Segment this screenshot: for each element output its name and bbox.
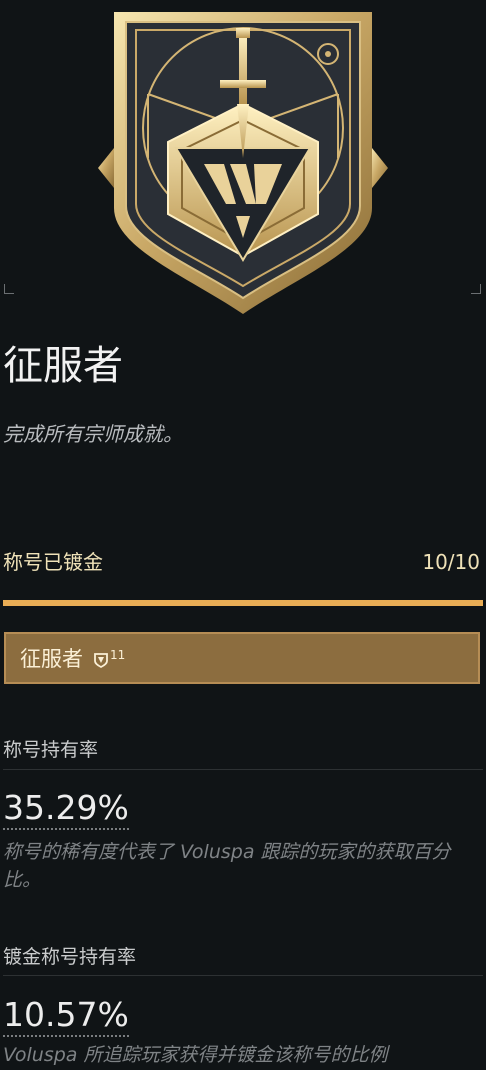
gilded-rarity-note: Voluspa 所追踪玩家获得并镀金该称号的比例 (3, 1044, 388, 1066)
gilded-seal-icon (94, 652, 108, 668)
gilding-count: 10/10 (422, 550, 480, 574)
gild-level-number: 11 (110, 647, 126, 662)
rarity-label: 称号持有率 (3, 739, 99, 761)
gilding-progress-bar (3, 600, 483, 606)
frame-corner-bottom-left (4, 284, 14, 294)
rarity-note: 称号的稀有度代表了 Voluspa 跟踪的玩家的获取百分比。 (3, 841, 451, 891)
seal-emblem-area (0, 0, 486, 320)
rarity-divider (3, 769, 483, 770)
title-name: 征服者 (3, 343, 123, 389)
gilded-rarity-label: 镀金称号持有率 (3, 946, 137, 968)
title-description: 完成所有宗师成就。 (3, 422, 183, 446)
gilding-status-label: 称号已镀金 (3, 550, 103, 574)
frame-corner-bottom-right (471, 284, 481, 294)
conqueror-seal-icon (98, 12, 388, 314)
gilded-title-badge: 征服者 11 (4, 632, 480, 684)
gilded-title-text: 征服者 (20, 647, 83, 671)
gilded-rarity-percent[interactable]: 10.57% (3, 995, 129, 1037)
gilded-rarity-divider (3, 975, 483, 976)
rarity-percent[interactable]: 35.29% (3, 788, 129, 830)
gilding-progress-fill (3, 600, 483, 606)
gild-level-badge: 11 (93, 649, 125, 668)
